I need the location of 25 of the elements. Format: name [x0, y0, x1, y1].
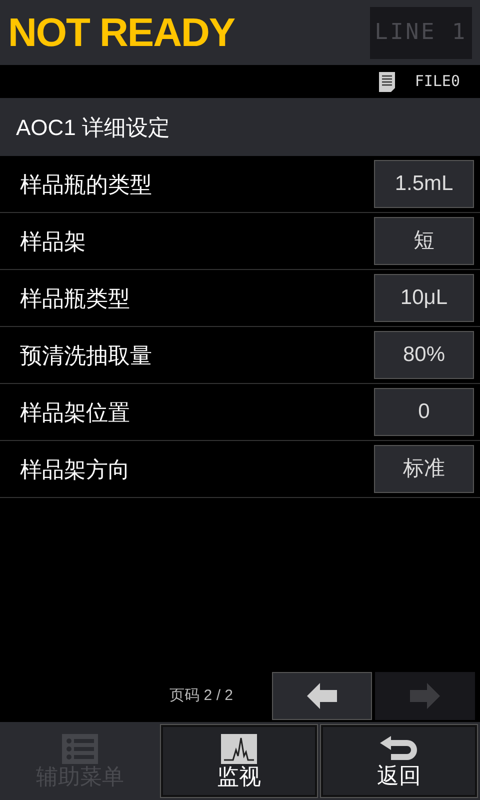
section-title: AOC1 详细设定 [16, 114, 170, 142]
setting-value-button[interactable]: 短 [374, 217, 474, 265]
setting-value-button[interactable]: 80% [374, 331, 474, 379]
previous-page-button[interactable] [272, 672, 372, 720]
right-arrow-icon [410, 683, 440, 709]
document-icon [378, 72, 395, 92]
setting-value-button[interactable]: 标准 [374, 445, 474, 493]
list-icon [62, 734, 98, 764]
left-arrow-icon [307, 683, 337, 709]
page-indicator: 页码 2 / 2 [170, 686, 233, 706]
setting-label: 预清洗抽取量 [20, 342, 152, 370]
setting-label: 样品瓶类型 [20, 284, 130, 312]
file-name: FILE0 [414, 71, 460, 92]
status-text: NOT READY [8, 12, 235, 52]
setting-value-button[interactable]: 10μL [374, 274, 474, 322]
setting-value-button[interactable]: 0 [374, 388, 474, 436]
setting-label: 样品架 [20, 228, 86, 256]
return-arrow-icon [379, 735, 419, 763]
setting-label: 样品架位置 [20, 398, 130, 426]
setting-label: 样品架方向 [20, 456, 130, 484]
monitor-button[interactable]: 监视 [161, 725, 317, 797]
chromatogram-icon [221, 734, 257, 764]
setting-value-button[interactable]: 1.5mL [374, 160, 474, 208]
setting-label: 样品瓶的类型 [20, 170, 152, 198]
back-button[interactable]: 返回 [321, 725, 477, 797]
